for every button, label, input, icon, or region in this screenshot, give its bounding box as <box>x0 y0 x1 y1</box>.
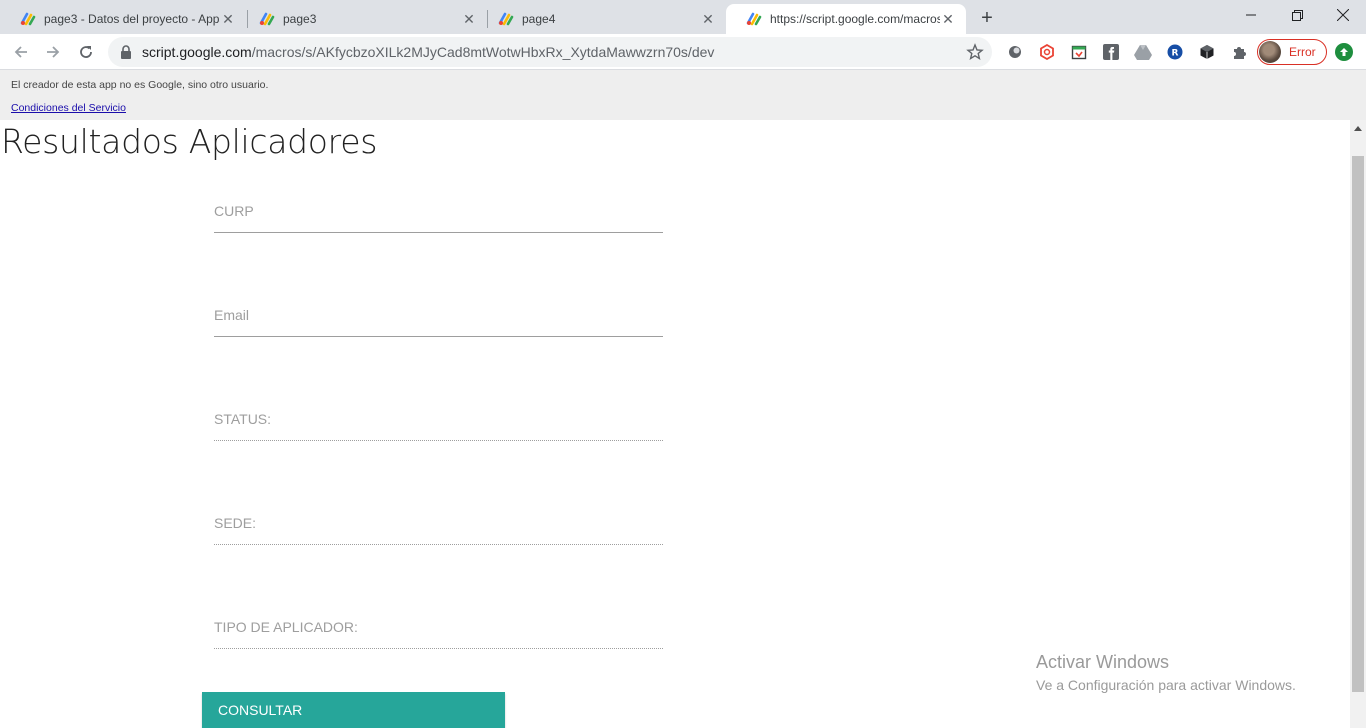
browser-toolbar: script.google.com/macros/s/AKfycbzoXILk2… <box>0 34 1366 70</box>
update-arrow-icon[interactable] <box>1335 43 1353 61</box>
apps-script-icon <box>20 12 36 26</box>
extensions-puzzle-icon[interactable] <box>1230 43 1248 61</box>
tab-close-icon[interactable]: ✕ <box>220 11 236 27</box>
email-label: Email <box>214 307 250 323</box>
consultar-button[interactable]: CONSULTAR <box>202 692 505 728</box>
page-content: Resultados Aplicadores CURP Email STATUS… <box>0 120 1350 728</box>
extension-badge-icon[interactable]: R <box>1166 43 1184 61</box>
tab-title: page3 <box>283 12 317 26</box>
extension-circle-icon[interactable] <box>1006 43 1024 61</box>
profile-status: Error <box>1289 45 1316 59</box>
bookmark-star-icon[interactable] <box>966 43 984 61</box>
address-bar[interactable]: script.google.com/macros/s/AKfycbzoXILk2… <box>108 37 992 67</box>
sede-label: SEDE: <box>214 515 257 531</box>
tab-page3[interactable]: page3 ✕ <box>239 4 487 34</box>
terms-of-service-link[interactable]: Condiciones del Servicio <box>11 102 126 114</box>
extension-calendar-icon[interactable] <box>1070 43 1088 61</box>
reload-icon <box>80 46 92 58</box>
tab-active-macro[interactable]: https://script.google.com/macros/s/AKfyc… <box>726 4 966 34</box>
restore-icon <box>1291 9 1303 21</box>
tab-strip: page3 - Datos del proyecto - Apps Script… <box>0 0 1366 34</box>
scrollbar-thumb[interactable] <box>1352 156 1364 692</box>
status-field: STATUS: <box>214 411 663 441</box>
field-underline <box>214 232 663 233</box>
field-underline <box>214 440 663 441</box>
arrow-left-icon <box>14 46 27 58</box>
tipo-aplicador-field: TIPO DE APLICADOR: <box>214 619 663 649</box>
scroll-up-icon[interactable] <box>1354 126 1362 131</box>
tab-close-icon[interactable]: ✕ <box>461 11 477 27</box>
close-window-button[interactable] <box>1320 0 1366 30</box>
tab-page3-project[interactable]: page3 - Datos del proyecto - Apps Script… <box>0 4 246 34</box>
page-title: Resultados Aplicadores <box>1 122 378 161</box>
lock-icon <box>121 45 131 59</box>
curp-label: CURP <box>214 203 254 219</box>
facebook-icon[interactable] <box>1102 43 1120 61</box>
field-underline <box>214 544 663 545</box>
url-path: /macros/s/AKfycbzoXILk2MJyCad8mtWotwHbxR… <box>251 44 715 60</box>
minimize-icon <box>1246 14 1256 16</box>
watermark-title: Activar Windows <box>1036 652 1170 672</box>
tab-title: https://script.google.com/macros/s/AKfyc… <box>770 12 940 26</box>
back-button[interactable] <box>9 40 33 64</box>
url-host: script.google.com <box>142 44 252 60</box>
tab-title: page4 <box>522 12 556 26</box>
close-icon <box>1337 9 1349 21</box>
email-field[interactable]: Email <box>214 307 663 337</box>
curp-field[interactable]: CURP <box>214 203 663 233</box>
forward-button[interactable] <box>41 40 65 64</box>
extension-cube-icon[interactable] <box>1198 43 1216 61</box>
minimize-button[interactable] <box>1228 0 1274 30</box>
vertical-scrollbar[interactable] <box>1350 120 1366 728</box>
field-underline <box>214 648 663 649</box>
watermark-subtitle: Ve a Configuración para activar Windows. <box>1036 677 1296 693</box>
tab-close-icon[interactable]: ✕ <box>700 11 716 27</box>
status-label: STATUS: <box>214 411 272 427</box>
tab-close-icon[interactable]: ✕ <box>940 11 956 27</box>
apps-script-icon <box>498 12 514 26</box>
reload-button[interactable] <box>74 40 98 64</box>
tab-title: page3 - Datos del proyecto - Apps Script <box>44 12 220 26</box>
creator-notice: El creador de esta app no es Google, sin… <box>11 79 269 91</box>
avatar <box>1259 41 1281 63</box>
extension-spiral-icon[interactable] <box>1038 43 1056 61</box>
restore-button[interactable] <box>1274 0 1320 30</box>
field-underline <box>214 336 663 337</box>
google-drive-icon[interactable] <box>1134 43 1152 61</box>
profile-error-button[interactable]: Error <box>1257 39 1327 65</box>
tab-page4[interactable]: page4 ✕ <box>478 4 726 34</box>
new-tab-button[interactable]: + <box>976 7 998 29</box>
tipo-aplicador-label: TIPO DE APLICADOR: <box>214 619 358 635</box>
arrow-right-icon <box>47 46 60 58</box>
url-text: script.google.com/macros/s/AKfycbzoXILk2… <box>142 44 714 60</box>
svg-text:R: R <box>1172 49 1179 59</box>
apps-script-warning-banner: El creador de esta app no es Google, sin… <box>0 70 1366 120</box>
apps-script-icon <box>746 12 762 26</box>
sede-field: SEDE: <box>214 515 663 545</box>
apps-script-icon <box>259 12 275 26</box>
windows-activation-watermark: Activar Windows Ve a Configuración para … <box>1036 652 1296 693</box>
